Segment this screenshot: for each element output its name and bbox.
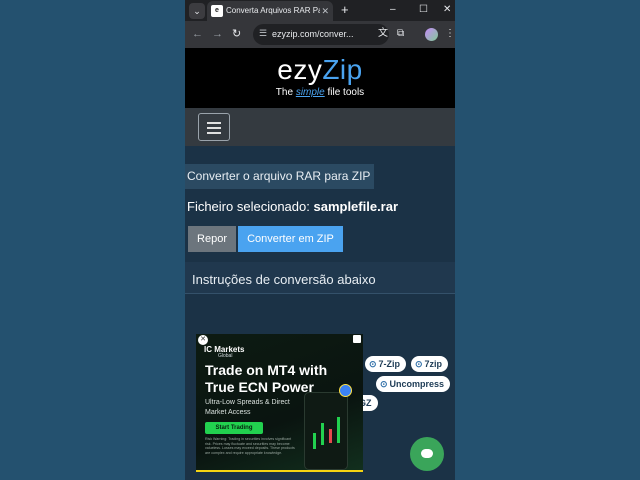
pill-label: Uncompress: [389, 379, 445, 389]
circle-arrow-icon: ⊙: [415, 359, 423, 369]
site-header: ezyZip The simple file tools: [185, 48, 455, 108]
converter-tab-label: Converter o arquivo RAR para ZIP: [187, 169, 371, 183]
format-pill-7-zip[interactable]: ⊙ 7-Zip: [365, 356, 407, 372]
logo-zip: Zip: [322, 54, 363, 85]
tab-title: Converta Arquivos RAR Para O: [226, 6, 320, 15]
selected-file-name: samplefile.rar: [313, 199, 399, 214]
back-icon[interactable]: ←: [192, 27, 203, 41]
circle-arrow-icon: ⊙: [369, 359, 377, 369]
ad-headline-2: True ECN Power: [205, 379, 314, 395]
reset-button[interactable]: Repor: [188, 226, 236, 252]
ad-brand-sub: Global: [218, 353, 233, 359]
site-navbar: [185, 108, 455, 146]
minimize-icon[interactable]: –: [390, 2, 396, 18]
search-tabs-icon[interactable]: ⌄: [189, 3, 205, 19]
ad-phone-image: [304, 392, 348, 470]
ad-badge-icon: [339, 384, 352, 397]
profile-avatar[interactable]: [425, 28, 438, 41]
ad-body-1: Ultra-Low Spreads & Direct: [205, 399, 290, 406]
site-favicon: e: [211, 5, 223, 17]
site-logo[interactable]: ezyZip: [185, 54, 455, 86]
tab-strip: ⌄ e Converta Arquivos RAR Para O ✕ + – ☐…: [185, 0, 455, 21]
browser-window: ⌄ e Converta Arquivos RAR Para O ✕ + – ☐…: [185, 0, 455, 480]
translate-icon[interactable]: 文: [378, 27, 388, 41]
browser-toolbar: ← → ↻ ☰ ezyzip.com/conver... 文 ⧉ ⋮: [185, 21, 455, 48]
ad-fine-print: Risk Warning: Trading in securities invo…: [205, 437, 295, 455]
selected-file-line: Ficheiro selecionado: samplefile.rar: [187, 199, 398, 214]
maximize-icon[interactable]: ☐: [419, 2, 428, 18]
ad-headline-1: Trade on MT4 with: [205, 362, 328, 378]
tagline-rest: file tools: [327, 87, 365, 98]
ad-accent-bar: [196, 470, 363, 472]
tagline-simple: simple: [295, 87, 325, 98]
extensions-icon[interactable]: ⧉: [397, 27, 404, 41]
site-settings-icon[interactable]: ☰: [259, 28, 267, 39]
chat-icon[interactable]: [410, 437, 444, 471]
format-pill-7zip[interactable]: ⊙ 7zip: [411, 356, 449, 372]
site-tagline: The simple file tools: [185, 87, 455, 98]
browser-tab[interactable]: e Converta Arquivos RAR Para O ✕: [207, 1, 333, 21]
logo-ezy: ezy: [277, 54, 323, 85]
hamburger-icon[interactable]: [198, 113, 230, 141]
ad-body-2: Market Access: [205, 409, 251, 416]
pill-label: 7zip: [424, 359, 443, 369]
instructions-label: Instruções de conversão abaixo: [192, 272, 376, 287]
converter-tab[interactable]: Converter o arquivo RAR para ZIP: [185, 164, 374, 189]
format-pill-uncompress[interactable]: ⊙ Uncompress: [376, 376, 451, 392]
ad-close-icon[interactable]: ✕: [198, 335, 208, 345]
ad-cta-button[interactable]: Start Trading: [205, 422, 263, 434]
reload-icon[interactable]: ↻: [232, 27, 241, 41]
menu-icon[interactable]: ⋮: [445, 27, 455, 41]
advertisement[interactable]: ✕ IC Markets Global Trade on MT4 with Tr…: [196, 334, 363, 472]
tagline-the: The: [275, 87, 294, 98]
address-bar[interactable]: ☰ ezyzip.com/conver...: [253, 24, 389, 45]
window-close-icon[interactable]: ✕: [443, 2, 451, 18]
pill-label: 7-Zip: [378, 359, 401, 369]
selected-file-label: Ficheiro selecionado:: [187, 199, 310, 214]
url-text: ezyzip.com/conver...: [272, 29, 354, 39]
ad-choices-icon[interactable]: [353, 335, 361, 343]
circle-arrow-icon: ⊙: [380, 379, 388, 389]
close-icon[interactable]: ✕: [321, 5, 329, 17]
new-tab-icon[interactable]: +: [341, 2, 349, 18]
forward-icon[interactable]: →: [212, 27, 223, 41]
instructions-header[interactable]: Instruções de conversão abaixo: [185, 262, 455, 294]
convert-to-zip-button[interactable]: Converter em ZIP: [238, 226, 343, 252]
